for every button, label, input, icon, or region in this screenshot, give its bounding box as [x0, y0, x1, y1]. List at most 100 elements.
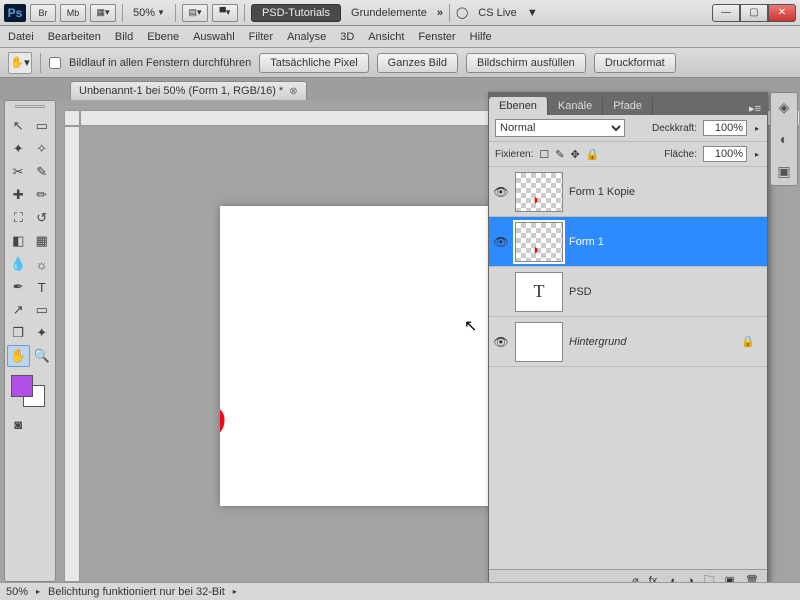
menu-datei[interactable]: Datei: [8, 31, 34, 43]
menu-auswahl[interactable]: Auswahl: [193, 31, 235, 43]
layer-thumb[interactable]: [515, 222, 563, 262]
menu-filter[interactable]: Filter: [249, 31, 273, 43]
status-msg: Belichtung funktioniert nur bei 32-Bit: [48, 586, 225, 598]
ps-logo: Ps: [4, 4, 26, 22]
brush-tool[interactable]: ✏: [31, 184, 54, 206]
tab-pfade[interactable]: Pfade: [603, 97, 653, 115]
layer-name[interactable]: Form 1: [569, 236, 604, 248]
tab-kanaele[interactable]: Kanäle: [548, 97, 603, 115]
panel-menu-icon[interactable]: ▸≡: [743, 102, 767, 115]
close-tab-icon[interactable]: ⊗: [289, 86, 297, 97]
workspace-title-1[interactable]: PSD-Tutorials: [251, 4, 341, 22]
zoom-tool[interactable]: 🔍: [31, 345, 54, 367]
lock-move-icon[interactable]: ✥: [570, 148, 579, 161]
foreground-color[interactable]: [11, 375, 33, 397]
layer-name[interactable]: Hintergrund: [569, 336, 626, 348]
window-minimize[interactable]: —: [712, 4, 740, 22]
menu-analyse[interactable]: Analyse: [287, 31, 326, 43]
status-zoom[interactable]: 50%: [6, 586, 28, 598]
layer-thumb[interactable]: [515, 172, 563, 212]
marquee-tool[interactable]: ▭: [31, 115, 54, 137]
layer-name[interactable]: PSD: [569, 286, 592, 298]
lock-icon: 🔒: [741, 335, 755, 348]
menu-ansicht[interactable]: Ansicht: [368, 31, 404, 43]
dock-adjust-icon[interactable]: ◐: [774, 129, 794, 149]
canvas[interactable]: [220, 206, 530, 506]
visibility-icon[interactable]: 👁: [493, 185, 509, 199]
crop-tool[interactable]: ✂: [7, 161, 30, 183]
lock-all-icon[interactable]: 🔒: [586, 148, 600, 161]
quickmask-tool[interactable]: ◙: [7, 413, 30, 435]
heal-tool[interactable]: ✚: [7, 184, 30, 206]
dock-layers-icon[interactable]: ◈: [774, 97, 794, 117]
lock-brush-icon[interactable]: ✎: [555, 148, 564, 161]
cslive-label[interactable]: CS Live: [472, 7, 523, 19]
gradient-tool[interactable]: ▦: [31, 230, 54, 252]
ruler-vertical[interactable]: [64, 126, 80, 582]
window-close[interactable]: ✕: [768, 4, 796, 22]
zoom-dropdown[interactable]: 50%▼: [129, 4, 169, 22]
opacity-field[interactable]: 100%: [703, 120, 747, 136]
tools-grip[interactable]: [7, 105, 53, 113]
fill-screen-button[interactable]: Bildschirm ausfüllen: [466, 53, 586, 73]
lock-transparency-icon[interactable]: ☐: [539, 148, 549, 161]
bridge-button[interactable]: Br: [30, 4, 56, 22]
layer-thumb[interactable]: T: [515, 272, 563, 312]
menu-bar: Datei Bearbeiten Bild Ebene Auswahl Filt…: [0, 26, 800, 48]
document-tab[interactable]: Unbenannt-1 bei 50% (Form 1, RGB/16) * ⊗: [70, 81, 307, 100]
visibility-icon[interactable]: 👁: [493, 235, 509, 249]
print-size-button[interactable]: Druckformat: [594, 53, 676, 73]
type-tool[interactable]: T: [31, 276, 54, 298]
actual-pixels-button[interactable]: Tatsächliche Pixel: [259, 53, 368, 73]
menu-hilfe[interactable]: Hilfe: [470, 31, 492, 43]
blend-mode-select[interactable]: Normal: [495, 119, 625, 137]
fill-stepper[interactable]: ▸: [753, 150, 761, 159]
layer-row[interactable]: 👁 Form 1: [489, 217, 767, 267]
fit-screen-button[interactable]: Ganzes Bild: [377, 53, 458, 73]
3dcamera-tool[interactable]: ✦: [31, 322, 54, 344]
menu-bearbeiten[interactable]: Bearbeiten: [48, 31, 101, 43]
pen-tool[interactable]: ✒: [7, 276, 30, 298]
menu-bild[interactable]: Bild: [115, 31, 133, 43]
color-swatches[interactable]: [7, 373, 53, 409]
screenmode-button[interactable]: ▀▾: [212, 4, 238, 22]
stamp-tool[interactable]: ⛶: [7, 207, 30, 229]
document-tab-label: Unbenannt-1 bei 50% (Form 1, RGB/16) *: [79, 85, 283, 97]
wand-tool[interactable]: ✧: [31, 138, 54, 160]
history-brush-tool[interactable]: ↺: [31, 207, 54, 229]
dodge-tool[interactable]: ☼: [31, 253, 54, 275]
eraser-tool[interactable]: ◧: [7, 230, 30, 252]
cslive-icon[interactable]: ◯: [456, 6, 468, 19]
minibridge-button[interactable]: Mb: [60, 4, 86, 22]
workspace-more[interactable]: »: [437, 7, 443, 19]
tab-ebenen[interactable]: Ebenen: [489, 97, 548, 115]
visibility-icon[interactable]: 👁: [493, 335, 509, 349]
menu-3d[interactable]: 3D: [340, 31, 354, 43]
blur-tool[interactable]: 💧: [7, 253, 30, 275]
window-maximize[interactable]: ▢: [740, 4, 768, 22]
fill-field[interactable]: 100%: [703, 146, 747, 162]
move-tool[interactable]: ↖: [7, 115, 30, 137]
layer-name[interactable]: Form 1 Kopie: [569, 186, 635, 198]
3d-tool[interactable]: ❒: [7, 322, 30, 344]
eyedropper-tool[interactable]: ✎: [31, 161, 54, 183]
path-tool[interactable]: ↗: [7, 299, 30, 321]
hand-tool[interactable]: ✋: [7, 345, 30, 367]
layer-row[interactable]: 👁 Form 1 Kopie: [489, 167, 767, 217]
scroll-all-checkbox[interactable]: [49, 57, 61, 69]
scroll-all-label: Bildlauf in allen Fenstern durchführen: [69, 57, 251, 69]
lasso-tool[interactable]: ✦: [7, 138, 30, 160]
layer-thumb[interactable]: [515, 322, 563, 362]
layer-row[interactable]: T PSD: [489, 267, 767, 317]
viewextras-button[interactable]: ▤▾: [182, 4, 208, 22]
shape-tool[interactable]: ▭: [31, 299, 54, 321]
cursor-icon: ↖: [464, 316, 477, 336]
dock-styles-icon[interactable]: ▣: [774, 161, 794, 181]
menu-fenster[interactable]: Fenster: [418, 31, 455, 43]
layer-row[interactable]: 👁 Hintergrund 🔒: [489, 317, 767, 367]
arrange-button[interactable]: ▦▾: [90, 4, 116, 22]
opacity-stepper[interactable]: ▸: [753, 124, 761, 133]
current-tool-icon[interactable]: ✋▾: [8, 52, 32, 74]
workspace-title-2[interactable]: Grundelemente: [345, 7, 433, 19]
menu-ebene[interactable]: Ebene: [147, 31, 179, 43]
